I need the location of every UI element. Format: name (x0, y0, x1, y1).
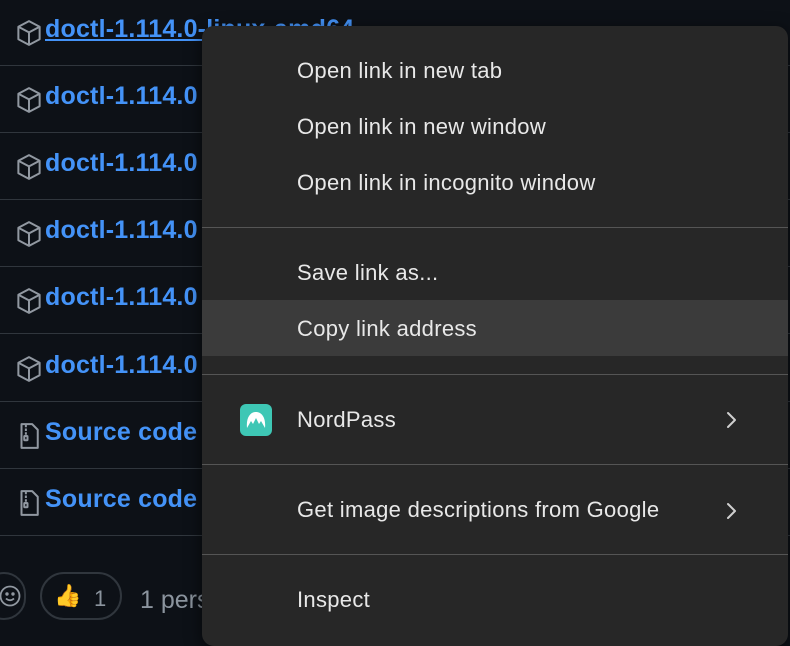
menu-item-label: Open link in incognito window (297, 170, 596, 195)
menu-item-label: Open link in new tab (297, 58, 503, 83)
package-icon (17, 288, 41, 314)
menu-item-label: Copy link address (297, 316, 477, 341)
nordpass-icon (240, 404, 272, 436)
package-icon (17, 154, 41, 180)
menu-item-label: Inspect (297, 587, 371, 612)
context-menu: Open link in new tab Open link in new wi… (202, 26, 788, 646)
menu-item-label: Get image descriptions from Google (297, 497, 660, 522)
menu-separator (202, 374, 788, 375)
add-reaction-button[interactable] (0, 572, 26, 620)
chevron-right-icon (727, 503, 736, 519)
menu-separator (202, 554, 788, 555)
menu-item-open-new-tab[interactable]: Open link in new tab (202, 44, 788, 100)
asset-link[interactable]: doctl-1.114.0 (45, 82, 198, 111)
menu-item-image-descriptions[interactable]: Get image descriptions from Google (202, 483, 788, 539)
asset-link[interactable]: doctl-1.114.0 (45, 216, 198, 245)
menu-item-open-incognito[interactable]: Open link in incognito window (202, 156, 788, 212)
package-icon (17, 356, 41, 382)
menu-item-inspect[interactable]: Inspect (202, 573, 788, 629)
reaction-count: 1 (94, 586, 107, 611)
package-icon (17, 20, 41, 46)
chevron-right-icon (727, 412, 736, 428)
asset-link[interactable]: Source code (45, 485, 197, 514)
menu-item-nordpass[interactable]: NordPass (202, 392, 788, 448)
package-icon (17, 87, 41, 113)
asset-link[interactable]: doctl-1.114.0 (45, 351, 198, 380)
thumbs-up-icon: 👍 (54, 583, 82, 608)
thumbs-up-reaction[interactable]: 👍 1 (40, 572, 122, 620)
menu-item-label: Open link in new window (297, 114, 547, 139)
file-zip-icon (20, 423, 39, 449)
menu-separator (202, 464, 788, 465)
smiley-icon (0, 585, 21, 607)
file-zip-icon (20, 490, 39, 516)
menu-item-save-link-as[interactable]: Save link as... (202, 246, 788, 302)
menu-item-open-new-window[interactable]: Open link in new window (202, 100, 788, 156)
menu-item-copy-link-address[interactable]: Copy link address (202, 300, 788, 356)
asset-link[interactable]: Source code (45, 418, 197, 447)
menu-item-label: Save link as... (297, 260, 439, 285)
package-icon (17, 221, 41, 247)
asset-link[interactable]: doctl-1.114.0 (45, 149, 198, 178)
asset-link[interactable]: doctl-1.114.0 (45, 283, 198, 312)
menu-separator (202, 227, 788, 228)
menu-item-label: NordPass (297, 407, 396, 432)
